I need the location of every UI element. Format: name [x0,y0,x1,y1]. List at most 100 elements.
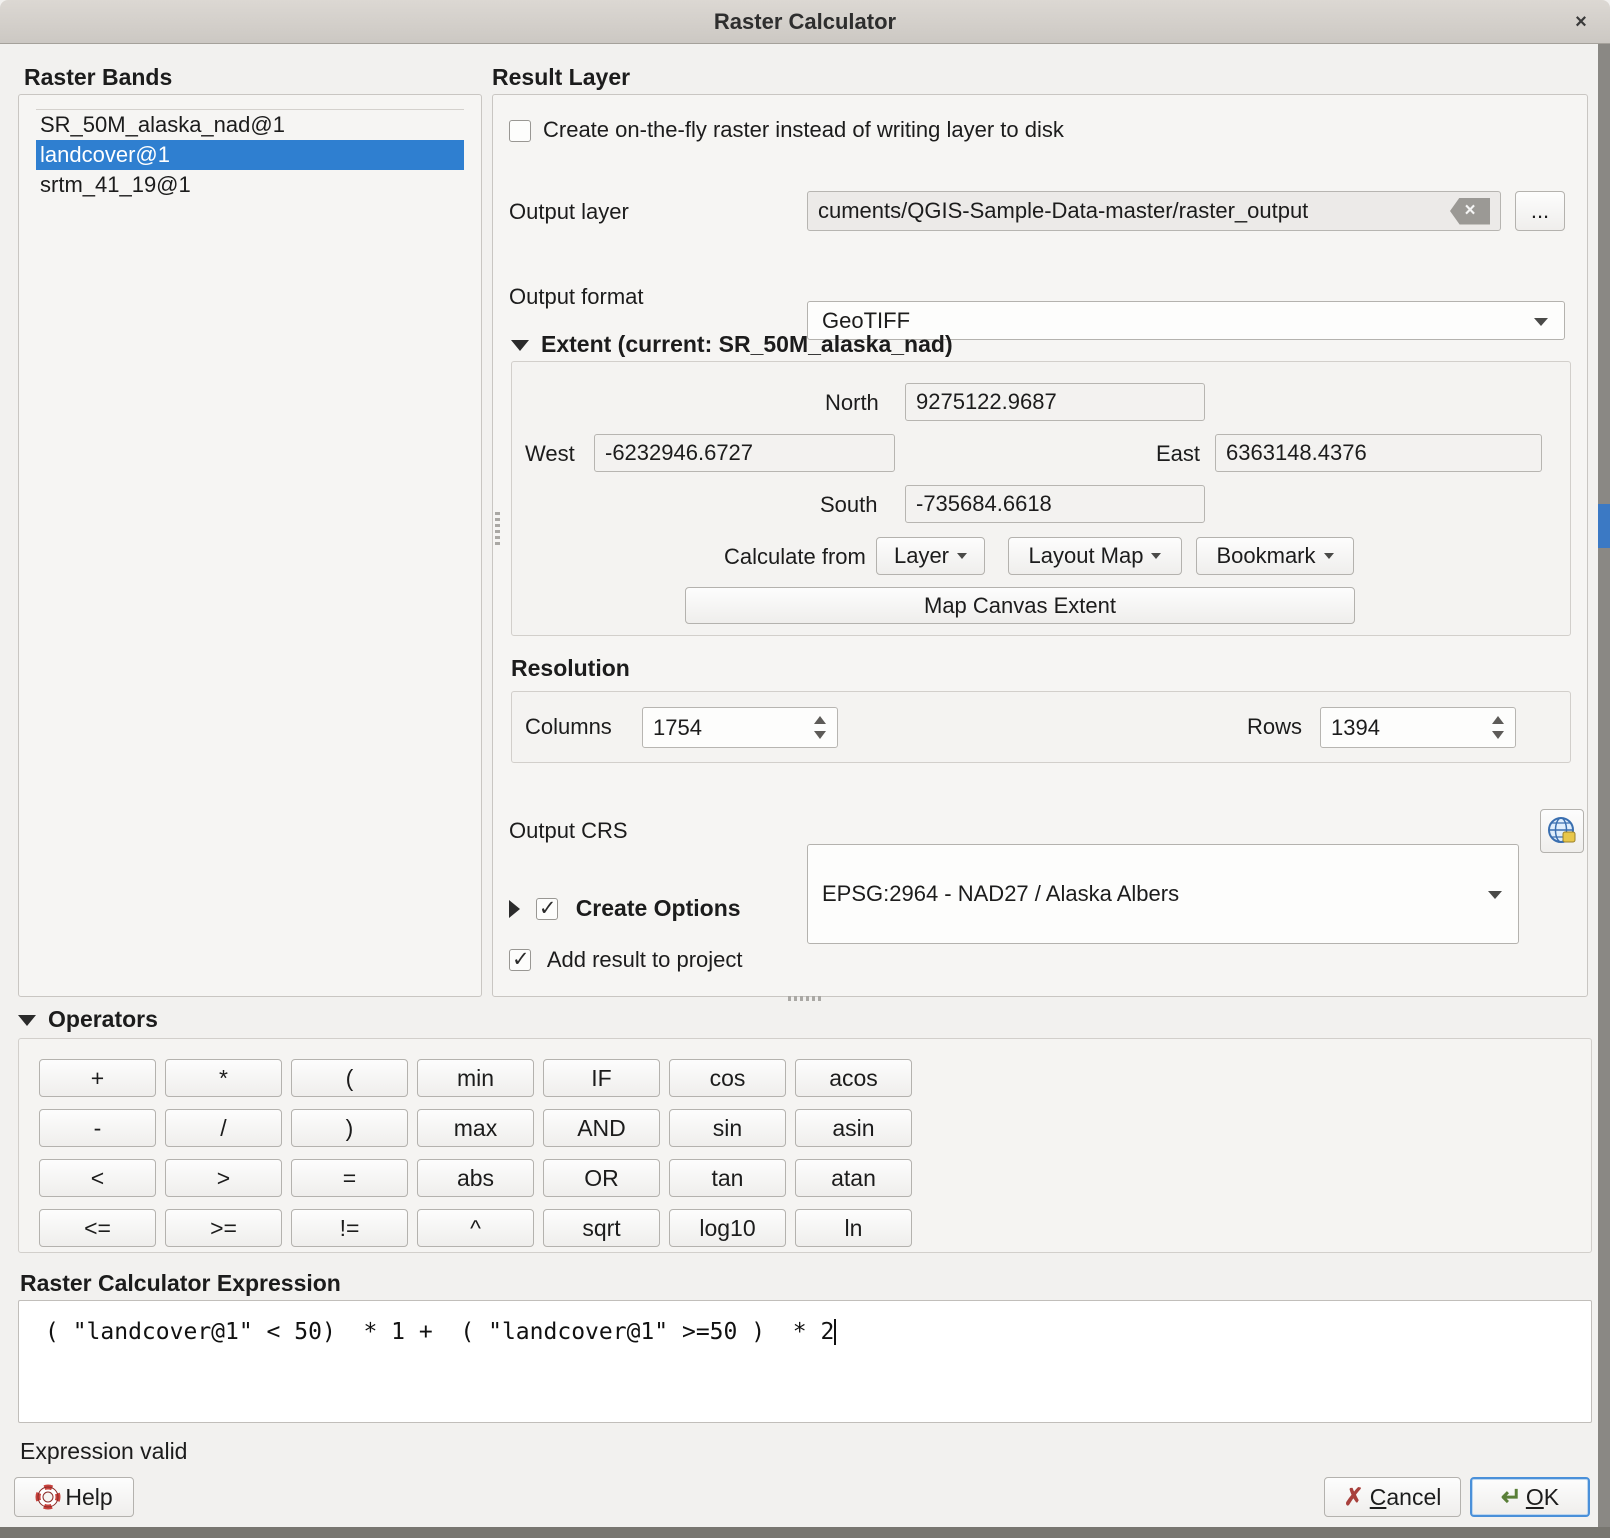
crs-select-button[interactable] [1540,809,1584,853]
chevron-down-icon [1324,553,1334,559]
dialog-title: Raster Calculator [0,0,1610,44]
cancel-label-initial: C [1370,1484,1387,1510]
add-result-row[interactable]: Add result to project [509,947,743,973]
create-on-the-fly-checkbox[interactable] [509,120,531,142]
dialog-titlebar[interactable]: Raster Calculator × [0,0,1610,44]
chevron-down-icon [1488,891,1502,899]
output-format-value: GeoTIFF [822,308,910,334]
scrollbar-track[interactable] [1598,44,1610,1538]
operator-button[interactable]: cos [669,1059,786,1097]
operator-button[interactable]: AND [543,1109,660,1147]
ok-label-initial: O [1526,1484,1544,1510]
add-result-checkbox[interactable] [509,949,531,971]
east-field[interactable]: 6363148.4376 [1215,434,1542,472]
layout-map-dropdown-button[interactable]: Layout Map [1008,537,1182,575]
map-canvas-extent-button[interactable]: Map Canvas Extent [685,587,1355,624]
close-icon[interactable]: × [1564,0,1598,44]
operator-button[interactable]: > [165,1159,282,1197]
operator-button[interactable]: < [39,1159,156,1197]
west-field[interactable]: -6232946.6727 [594,434,895,472]
clear-text-icon[interactable]: × [1450,198,1490,225]
layer-dropdown-button[interactable]: Layer [876,537,985,575]
rows-label: Rows [1247,714,1302,740]
list-item[interactable]: SR_50M_alaska_nad@1 [36,110,464,140]
operator-button[interactable]: = [291,1159,408,1197]
operator-button[interactable]: + [39,1059,156,1097]
ok-label-rest: K [1544,1484,1559,1510]
expand-triangle-icon[interactable] [509,900,520,918]
cancel-label-rest: ancel [1386,1484,1441,1510]
collapse-triangle-icon [18,1015,36,1026]
north-value: 9275122.9687 [916,389,1057,415]
browse-button[interactable]: ... [1515,191,1565,231]
operator-button[interactable]: >= [165,1209,282,1247]
resolution-heading: Resolution [511,655,630,682]
operator-button[interactable]: asin [795,1109,912,1147]
help-button[interactable]: Help [14,1477,134,1517]
result-layer-panel: Create on-the-fly raster instead of writ… [492,94,1588,997]
south-label: South [820,492,878,518]
list-item[interactable]: srtm_41_19@1 [36,170,464,200]
operator-button[interactable]: - [39,1109,156,1147]
operator-button[interactable]: sin [669,1109,786,1147]
operator-button[interactable]: tan [669,1159,786,1197]
bookmark-dropdown-button[interactable]: Bookmark [1196,537,1354,575]
operator-button[interactable]: abs [417,1159,534,1197]
vertical-splitter-handle[interactable] [495,512,500,548]
create-options-row[interactable]: Create Options [509,895,741,922]
output-layer-value: cuments/QGIS-Sample-Data-master/raster_o… [818,198,1308,224]
west-value: -6232946.6727 [605,440,753,466]
cancel-button[interactable]: ✗ Cancel [1324,1477,1461,1517]
expression-status: Expression valid [20,1438,187,1465]
create-on-the-fly-label: Create on-the-fly raster instead of writ… [543,117,1064,143]
scrollbar-thumb[interactable] [1598,504,1610,548]
layout-map-dropdown-label: Layout Map [1029,543,1144,569]
rows-value: 1394 [1331,715,1380,741]
operator-button[interactable]: ln [795,1209,912,1247]
operator-button[interactable]: ) [291,1109,408,1147]
operator-button[interactable]: min [417,1059,534,1097]
columns-label: Columns [525,714,612,740]
expression-editor[interactable]: ( "landcover@1" < 50) * 1 + ( "landcover… [18,1300,1592,1423]
ok-button[interactable]: ↵ OK [1470,1477,1590,1517]
operator-button[interactable]: != [291,1209,408,1247]
extent-heading-label: Extent (current: SR_50M_alaska_nad) [541,331,953,357]
south-field[interactable]: -735684.6618 [905,485,1205,523]
raster-bands-heading: Raster Bands [24,64,172,91]
operator-button[interactable]: IF [543,1059,660,1097]
chevron-down-icon [957,553,967,559]
spinner-arrows-icon[interactable] [1485,712,1511,743]
return-arrow-icon: ↵ [1501,1482,1522,1512]
extent-header[interactable]: Extent (current: SR_50M_alaska_nad) [511,331,953,358]
horizontal-splitter-handle[interactable] [788,996,824,1001]
list-item-selected[interactable]: landcover@1 [36,140,464,170]
operator-button[interactable]: ^ [417,1209,534,1247]
add-result-label: Add result to project [547,947,743,972]
expression-text: ( "landcover@1" < 50) * 1 + ( "landcover… [45,1319,834,1345]
create-options-checkbox[interactable] [536,898,558,920]
result-layer-heading: Result Layer [492,64,630,91]
operator-button[interactable]: max [417,1109,534,1147]
operator-button[interactable]: / [165,1109,282,1147]
output-crs-combo[interactable]: EPSG:2964 - NAD27 / Alaska Albers [807,844,1519,944]
operators-header[interactable]: Operators [18,1006,158,1033]
operator-button[interactable]: acos [795,1059,912,1097]
operator-button[interactable]: OR [543,1159,660,1197]
output-layer-field[interactable]: cuments/QGIS-Sample-Data-master/raster_o… [807,191,1501,231]
operator-button[interactable]: sqrt [543,1209,660,1247]
columns-spinner[interactable]: 1754 [642,707,838,748]
operator-button[interactable]: <= [39,1209,156,1247]
x-icon: ✗ [1344,1483,1364,1512]
rows-spinner[interactable]: 1394 [1320,707,1516,748]
operator-button[interactable]: log10 [669,1209,786,1247]
operator-button[interactable]: atan [795,1159,912,1197]
spinner-arrows-icon[interactable] [807,712,833,743]
north-field[interactable]: 9275122.9687 [905,383,1205,421]
operator-button[interactable]: ( [291,1059,408,1097]
operators-heading-label: Operators [48,1006,158,1032]
raster-bands-list[interactable]: SR_50M_alaska_nad@1 landcover@1 srtm_41_… [36,109,464,200]
create-options-label: Create Options [576,895,741,921]
operator-button[interactable]: * [165,1059,282,1097]
globe-icon [1545,814,1579,848]
chevron-down-icon [1151,553,1161,559]
